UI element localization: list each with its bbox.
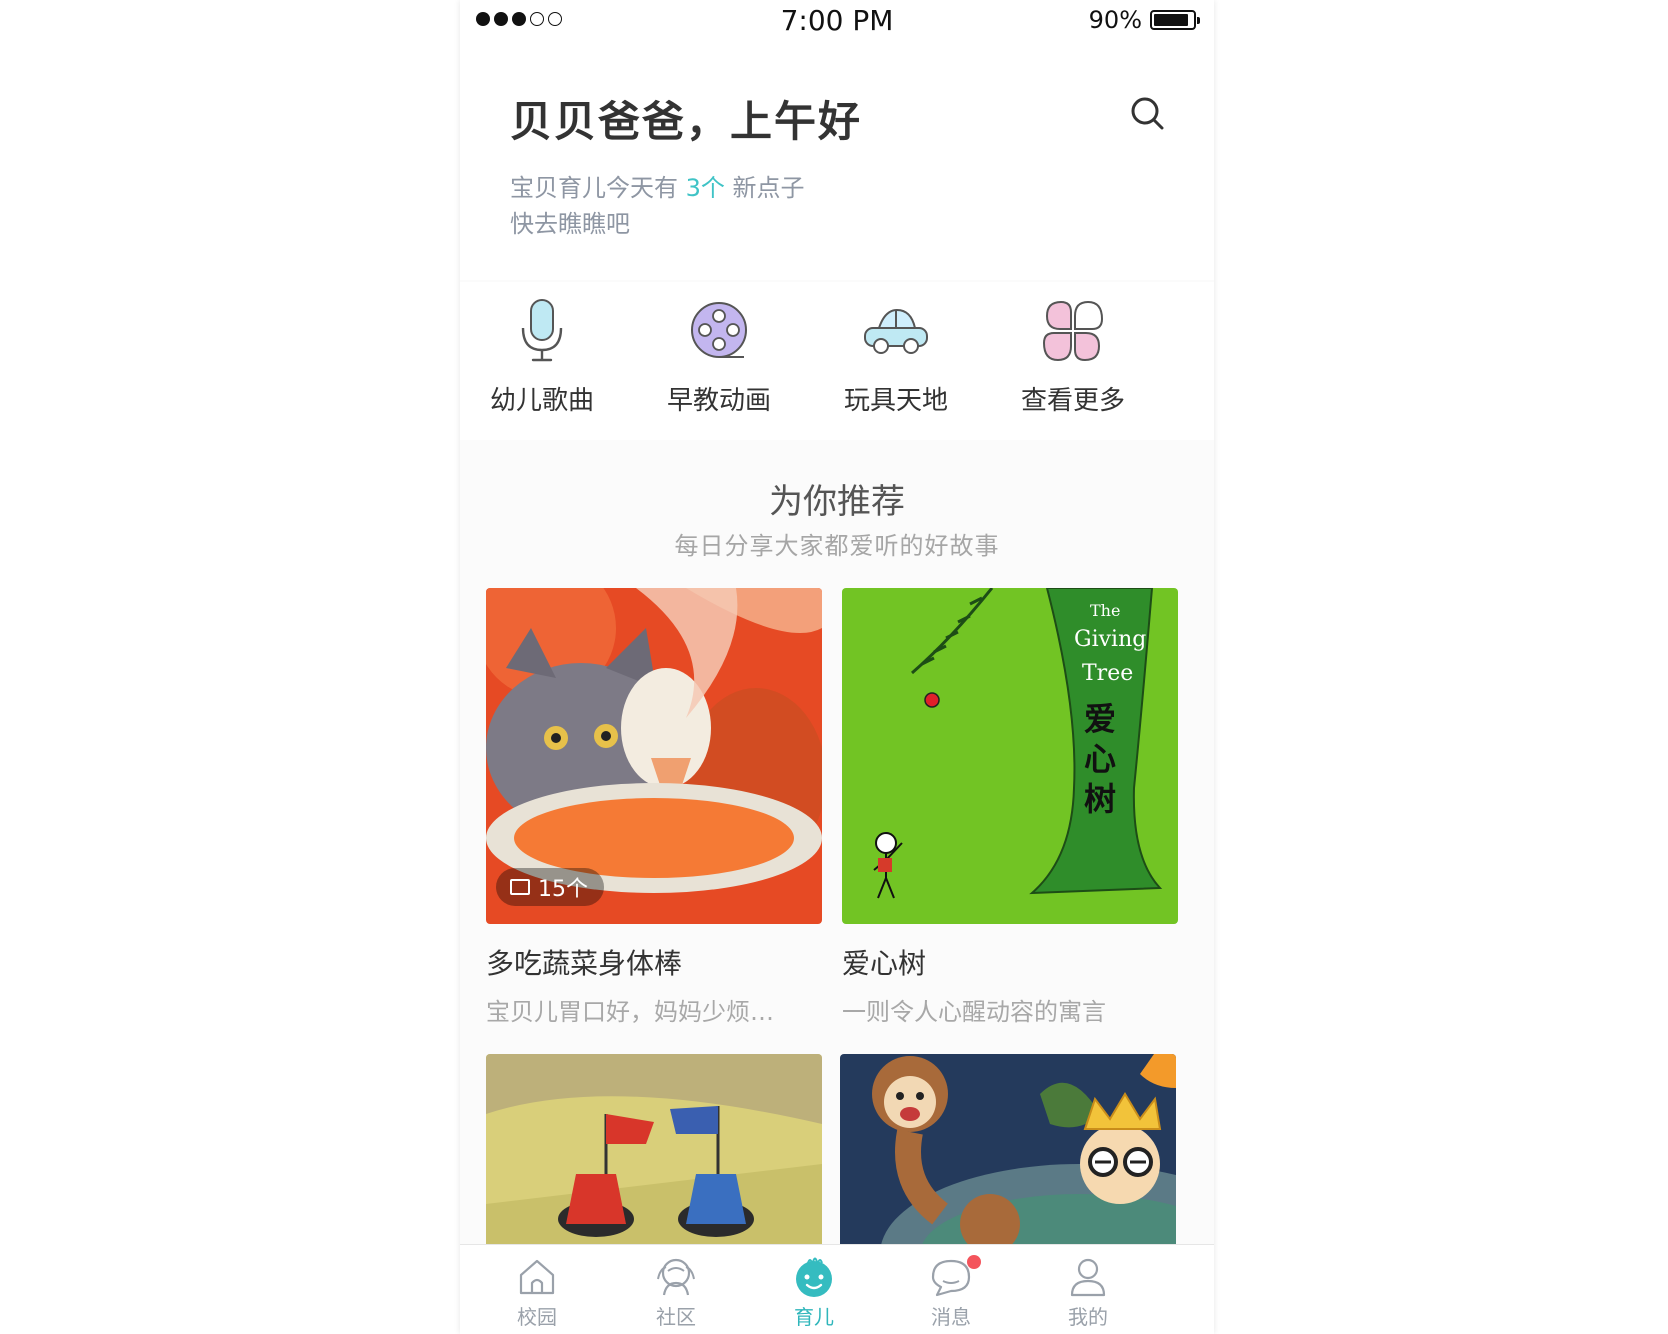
more-petals-icon xyxy=(1042,300,1104,362)
tab-label: 我的 xyxy=(1068,1305,1108,1329)
new-ideas-count[interactable]: 3个 xyxy=(686,174,725,202)
story-cover-image: The Giving Tree 爱 心 树 xyxy=(842,588,1178,924)
story-description: 一则令人心醒动容的寓言 xyxy=(842,998,1106,1026)
cover-text-giving: Giving xyxy=(1074,627,1146,652)
book-icon xyxy=(510,879,530,895)
category-label: 查看更多 xyxy=(1020,386,1125,416)
unread-dot xyxy=(967,1255,981,1269)
story-title: 多吃蔬菜身体棒 xyxy=(486,947,683,980)
story-title: 爱心树 xyxy=(842,947,927,980)
category-more[interactable]: 查看更多 xyxy=(978,296,1168,417)
category-toys[interactable]: 玩具天地 xyxy=(801,296,991,417)
item-count-badge: 15个 xyxy=(496,868,604,906)
tab-messages[interactable]: 消息 xyxy=(901,1255,1001,1330)
category-label: 早教动画 xyxy=(666,386,771,416)
cover-text-tree: Tree xyxy=(1082,661,1133,686)
section-subtitle: 每日分享大家都爱听的好故事 xyxy=(674,532,1000,560)
cover-text-the: The xyxy=(1090,601,1120,620)
community-icon xyxy=(657,1258,695,1296)
bottom-tab-bar: 校园 社区 育儿 消息 我的 xyxy=(460,1244,1214,1334)
greeting-header: 贝贝爸爸，上午好 宝贝育儿今天有 3个 新点子 快去瞧瞧吧 xyxy=(460,42,1214,280)
greeting-title: 贝贝爸爸，上午好 xyxy=(510,97,863,146)
tab-parenting[interactable]: 育儿 xyxy=(764,1255,864,1330)
status-bar: 7:00 PM 90% xyxy=(460,0,1214,42)
microphone-icon xyxy=(521,299,563,362)
story-description: 宝贝儿胃口好，妈妈少烦… xyxy=(486,998,774,1026)
story-card[interactable]: The Giving Tree 爱 心 树 爱心树 一则令人心醒动容的寓言 xyxy=(842,588,1178,1027)
cover-title-ai: 爱 xyxy=(1084,700,1116,738)
tab-community[interactable]: 社区 xyxy=(626,1255,726,1330)
toy-car-icon xyxy=(864,308,928,354)
category-label: 幼儿歌曲 xyxy=(489,386,594,416)
phone-screen: 7:00 PM 90% 贝贝爸爸，上午好 宝贝育儿今天有 3个 新点子 快去瞧瞧… xyxy=(460,0,1214,1334)
tab-label: 育儿 xyxy=(794,1305,834,1329)
story-cover-image: 15个 xyxy=(486,588,822,924)
film-reel-icon xyxy=(691,302,747,358)
tab-label: 消息 xyxy=(931,1305,971,1329)
cover-title-shu: 树 xyxy=(1084,780,1116,818)
category-kids-songs[interactable]: 幼儿歌曲 xyxy=(460,296,637,417)
baby-icon xyxy=(796,1257,832,1297)
category-row: 幼儿歌曲 早教动画 玩具天地 查看更多 xyxy=(460,282,1214,440)
tab-label: 社区 xyxy=(656,1305,696,1329)
tab-label: 校园 xyxy=(517,1305,557,1329)
battery-percent: 90% xyxy=(1088,6,1142,34)
greeting-subtitle-line2: 快去瞧瞧吧 xyxy=(510,210,630,238)
profile-icon xyxy=(1070,1258,1106,1297)
battery-icon xyxy=(1150,10,1200,30)
category-label: 玩具天地 xyxy=(843,386,948,416)
tab-school[interactable]: 校园 xyxy=(487,1255,587,1330)
school-icon xyxy=(519,1259,555,1295)
story-card[interactable]: 15个 多吃蔬菜身体棒 宝贝儿胃口好，妈妈少烦… xyxy=(486,588,822,1027)
tab-profile[interactable]: 我的 xyxy=(1038,1255,1138,1330)
greeting-subtitle: 宝贝育儿今天有 3个 新点子 xyxy=(510,174,805,202)
category-animation[interactable]: 早教动画 xyxy=(624,296,814,417)
search-icon[interactable] xyxy=(1128,94,1168,134)
cover-title-xin: 心 xyxy=(1084,740,1116,778)
section-title: 为你推荐 xyxy=(769,482,905,522)
